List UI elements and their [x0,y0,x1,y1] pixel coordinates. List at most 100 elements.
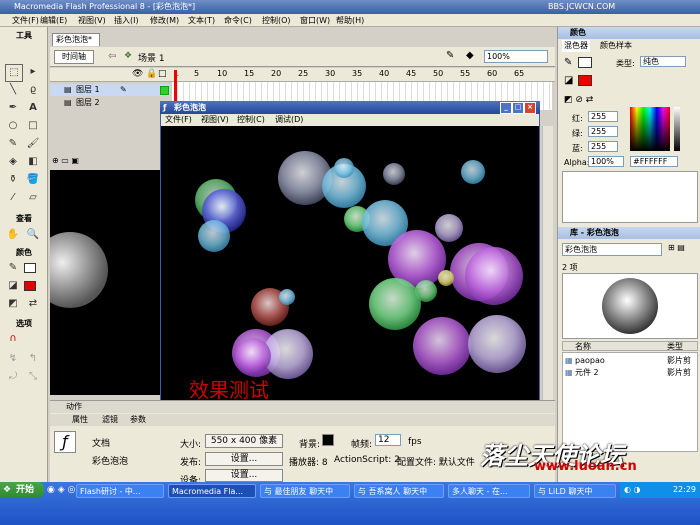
actions-panel-header[interactable]: 动作 [50,401,555,413]
edit-scene-icon[interactable]: ✎ [446,50,454,61]
menu-view[interactable]: 视图(V) [78,15,106,26]
menu-edit[interactable]: 编辑(E) [40,15,67,26]
tray-icons[interactable]: ◐ ◑ [624,482,641,498]
stroke-icon[interactable]: ✎ [564,57,572,68]
library-doc-select[interactable]: 彩色泡泡 [562,243,662,256]
stage[interactable] [32,170,160,395]
filters-tab[interactable]: 滤镜 [102,414,118,426]
start-button[interactable]: ❖ 开始 [0,482,44,498]
ink-bottle-icon[interactable]: ⚱ [5,172,21,188]
layer-name[interactable]: 图层 2 [76,97,100,109]
library-col-name[interactable]: 名称 [575,342,591,351]
fill-swatch[interactable] [578,75,592,86]
brush-tool-icon[interactable]: 🖌 [25,136,41,152]
menu-text[interactable]: 文本(T) [188,15,215,26]
lasso-tool-icon[interactable]: ϱ [25,82,41,98]
eyedropper-icon[interactable]: ⁄ [5,190,21,206]
selection-tool-icon[interactable]: ⬚ [5,64,23,82]
swf-menu-view[interactable]: 视图(V) [201,114,229,126]
task-chat-2[interactable]: 与 吾系窝人 聊天中 [354,484,444,498]
library-item[interactable]: ▦ paopao 影片剪 [563,355,697,366]
quick-launch-icons[interactable]: ◉ ◈ ◎ [47,485,75,495]
fill-color-swatch[interactable] [24,281,36,291]
pen-tool-icon[interactable]: ✒ [5,100,21,116]
color-spectrum[interactable] [630,107,670,151]
color-panel-header[interactable]: 颜色 [558,27,700,39]
device-settings-button[interactable]: 设置... [205,469,283,482]
outline-icon[interactable]: □ [158,69,167,79]
edit-symbol-icon[interactable]: ◆ [466,50,474,61]
task-flash-forum[interactable]: Flash研讨 - 中... [76,484,164,498]
stage-vscrollbar[interactable] [542,126,553,400]
minimize-icon[interactable]: _ [500,102,512,114]
fps-input[interactable]: 12 [375,434,401,446]
publish-settings-button[interactable]: 设置... [205,452,283,466]
black-white-icon[interactable]: ◩ [5,296,21,312]
task-chat-3[interactable]: 与 LiLD 聊天中 [534,484,616,498]
stroke-color-swatch[interactable] [24,263,36,273]
fill-transform-icon[interactable]: ◧ [25,154,41,170]
subselect-tool-icon[interactable]: ▸ [25,64,41,80]
task-group-chat[interactable]: 多人聊天 - 在... [448,484,530,498]
stroke-color-icon[interactable]: ✎ [5,260,21,276]
menu-insert[interactable]: 插入(I) [114,15,139,26]
swf-menu-debug[interactable]: 调试(D) [275,114,303,126]
frame-ruler[interactable]: 1 5 10 15 20 25 30 35 40 45 50 55 60 65 [172,69,552,81]
lock-icon[interactable]: 🔒 [146,69,157,79]
layer-row-1[interactable]: ▤ 图层 1 ✎ [50,84,170,96]
green-input[interactable]: 255 [588,126,618,137]
mixer-tab[interactable]: 混色器 [562,40,590,52]
menu-modify[interactable]: 修改(M) [150,15,179,26]
hex-input[interactable]: #FFFFFF [630,156,678,167]
paint-bucket-icon[interactable]: 🪣 [25,172,41,188]
free-transform-icon[interactable]: ◈ [5,154,21,170]
snap-magnet-icon[interactable]: ∩ [5,331,21,347]
alpha-input[interactable]: 100% [588,156,624,167]
brightness-slider[interactable] [674,107,680,151]
default-colors-icon[interactable]: ◩ ⊘ ⇄ [564,95,593,105]
stroke-swatch[interactable] [578,57,592,68]
fill-type-select[interactable]: 纯色 [640,56,686,67]
swf-menu-control[interactable]: 控制(C) [237,114,265,126]
library-item[interactable]: ▦ 元件 2 影片剪 [563,367,697,378]
scene-label[interactable]: 场景 1 [138,51,165,64]
menu-window[interactable]: 窗口(W) [300,15,330,26]
menu-help[interactable]: 帮助(H) [336,15,364,26]
size-button[interactable]: 550 x 400 像素 [205,434,283,448]
swap-colors-icon[interactable]: ⇄ [25,296,41,312]
background-color-swatch[interactable] [322,434,334,446]
properties-tab[interactable]: 属性 [72,414,88,426]
back-arrow-icon[interactable]: ⇦ [108,51,116,62]
blue-input[interactable]: 255 [588,141,618,152]
oval-tool-icon[interactable]: ○ [5,118,21,134]
task-macromedia-flash[interactable]: Macromedia Fla... [168,484,256,498]
parameters-tab[interactable]: 参数 [130,414,146,426]
library-header[interactable]: 库 - 彩色泡泡 [558,227,700,239]
hand-tool-icon[interactable]: ✋ [5,227,21,243]
layer-row-2[interactable]: ▤ 图层 2 [50,97,170,109]
fill-icon[interactable]: ◪ [564,75,573,86]
menu-control[interactable]: 控制(O) [262,15,291,26]
layer-controls-icon[interactable]: ⊕ ▭ ▣ [52,156,92,166]
eraser-icon[interactable]: ▱ [25,190,41,206]
layer-name[interactable]: 图层 1 [76,84,100,96]
timeline-button[interactable]: 时间轴 [54,50,94,64]
menu-commands[interactable]: 命令(C) [224,15,252,26]
library-options-icon[interactable]: ⊞ ▤ [668,243,685,252]
maximize-icon[interactable]: □ [512,102,524,114]
line-tool-icon[interactable]: ╲ [5,82,21,98]
actions-tab[interactable]: 动作 [66,402,82,411]
menu-file[interactable]: 文件(F) [12,15,39,26]
red-input[interactable]: 255 [588,111,618,122]
document-tab[interactable]: 彩色泡泡* [52,33,100,46]
task-chat-1[interactable]: 与 最佳朋友 聊天中 [260,484,350,498]
zoom-tool-icon[interactable]: 🔍 [25,227,41,243]
zoom-select[interactable]: 100% [484,50,548,63]
text-tool-icon[interactable]: A [25,100,41,116]
layer-color-icon[interactable] [160,86,169,95]
eye-icon[interactable]: 👁 [132,69,143,79]
swf-menu-file[interactable]: 文件(F) [165,114,192,126]
swatches-tab[interactable]: 颜色样本 [600,40,632,52]
pencil-tool-icon[interactable]: ✎ [5,136,21,152]
fill-color-icon[interactable]: ◪ [5,278,21,294]
